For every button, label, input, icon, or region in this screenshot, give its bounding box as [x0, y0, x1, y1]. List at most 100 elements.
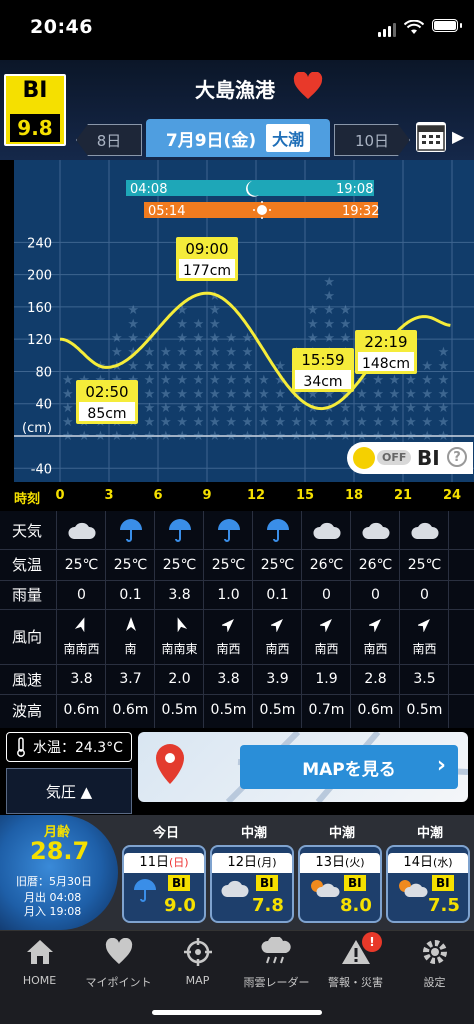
bi-star: ★: [176, 415, 188, 430]
tide-height: 177cm: [183, 263, 231, 279]
bi-star: ★: [274, 401, 286, 416]
row-label: 風速: [12, 670, 43, 689]
wave-cell: 0.5m: [161, 702, 198, 718]
wind-dir-cell: 南南西: [57, 609, 106, 664]
bi-badge-value: 9.8: [10, 114, 60, 142]
tab-label: 警報・災害: [328, 976, 383, 989]
umbrella-icon: [132, 877, 158, 907]
bi-star: ★: [389, 415, 401, 430]
bi-star: ★: [421, 359, 433, 374]
bi-star: ★: [62, 373, 74, 388]
current-date-tab[interactable]: 7月9日(金) 大潮: [146, 119, 330, 157]
time-axis: 時刻 0 3 6 9 12 15 18 21 24: [0, 483, 474, 511]
wind-speed-cell: 3.7: [119, 671, 142, 687]
tab-rain-radar[interactable]: 雨雲レーダー: [237, 936, 316, 990]
status-bar: 20:46: [0, 0, 474, 60]
hour-label: 0: [55, 488, 65, 503]
bi-star: ★: [176, 401, 188, 416]
bi-star: ★: [389, 401, 401, 416]
wind-dir-cell: 南西: [351, 609, 400, 664]
tide-time: 22:19: [364, 333, 407, 351]
bi-star: ★: [144, 373, 156, 388]
day-card[interactable]: 12日(月) BI 7.8: [210, 845, 294, 923]
rain-cell: 0: [77, 586, 86, 603]
help-icon[interactable]: ?: [447, 447, 467, 467]
day-card[interactable]: 13日(火) BI 8.0: [298, 845, 382, 923]
bi-star: ★: [193, 429, 205, 444]
bi-star: ★: [307, 429, 319, 444]
rain-cell: 0.1: [119, 586, 142, 603]
wind-arrow-icon: [74, 616, 89, 636]
row-label: 天気: [12, 521, 43, 540]
next-day-tab[interactable]: 10日: [334, 124, 410, 156]
bi-star: ★: [193, 317, 205, 332]
location-pin-icon: [156, 744, 184, 784]
bi-star: ★: [225, 331, 237, 346]
bi-star: ★: [323, 275, 335, 290]
bi-star: ★: [356, 387, 368, 402]
warning-icon: [316, 936, 395, 968]
hour-label: 6: [153, 488, 163, 503]
bi-star: ★: [389, 387, 401, 402]
wave-cell: 0.5m: [259, 702, 296, 718]
prev-day-tab[interactable]: 8日: [76, 124, 142, 156]
bi-star: ★: [242, 429, 254, 444]
status-time: 20:46: [30, 16, 93, 38]
heart-icon[interactable]: [293, 72, 323, 100]
home-icon: [0, 936, 79, 968]
rain-cell: 0: [420, 586, 429, 603]
bi-star: ★: [225, 387, 237, 402]
bi-star: ★: [242, 373, 254, 388]
bi-star: ★: [160, 415, 172, 430]
bi-badge[interactable]: BI 9.8: [4, 74, 66, 146]
tide-height: 85cm: [87, 406, 126, 422]
signal-icon: [378, 23, 396, 37]
day-header: 中潮: [328, 826, 355, 841]
y-tick-label: 200: [27, 269, 52, 284]
lunar-date: 旧暦：5月30日: [16, 875, 92, 888]
wind-speed-cell: 2.8: [364, 671, 387, 687]
day-card[interactable]: 11日(日) BI 9.0: [122, 845, 206, 923]
tide-high-1: 09:00 177cm: [176, 237, 238, 281]
heart-icon: [79, 936, 158, 968]
pressure-button[interactable]: 気圧 ▲: [6, 768, 132, 814]
temp-cell: 25℃: [113, 556, 148, 573]
hour-label: 3: [104, 488, 114, 503]
tab-settings[interactable]: 設定: [395, 936, 474, 990]
wifi-icon: [404, 20, 424, 34]
bi-star: ★: [242, 359, 254, 374]
chevron-right-icon[interactable]: ▶: [452, 127, 464, 146]
water-temp-label: 水温：24.3°C: [33, 740, 123, 756]
bi-toggle[interactable]: OFF BI ?: [347, 442, 473, 474]
crosshair-icon: [158, 936, 237, 968]
bi-star: ★: [160, 345, 172, 360]
wave-cell: 0.6m: [63, 702, 100, 718]
bi-star: ★: [209, 359, 221, 374]
bi-star: ★: [209, 429, 221, 444]
bi-star: ★: [438, 415, 450, 430]
tab-home[interactable]: HOME: [0, 936, 79, 987]
map-button[interactable]: MAPを見る ›: [240, 745, 458, 789]
bi-star: ★: [438, 373, 450, 388]
current-date: 7月9日(金): [165, 130, 257, 151]
bi-star: ★: [438, 345, 450, 360]
tab-mypoint[interactable]: マイポイント: [79, 936, 158, 990]
sunset-time: 19:32: [342, 204, 379, 219]
bi-star: ★: [258, 401, 270, 416]
rain-cloud-icon: [237, 936, 316, 968]
moonset: 月入 19:08: [24, 905, 82, 918]
bi-star: ★: [323, 303, 335, 318]
day-card[interactable]: 14日(水) BI 7.5: [386, 845, 470, 923]
bi-star: ★: [356, 401, 368, 416]
tide-high-2: 22:19 148cm: [355, 330, 417, 374]
wind-arrow-icon: [367, 616, 383, 636]
y-tick-label: (cm): [22, 421, 52, 436]
bi-star: ★: [78, 429, 90, 444]
tab-alerts[interactable]: 警報・災害!: [316, 932, 395, 990]
tab-label: 設定: [423, 976, 446, 989]
bi-star: ★: [225, 401, 237, 416]
calendar-icon[interactable]: [416, 122, 446, 152]
home-indicator: [152, 1010, 322, 1015]
wind-arrow-icon: [269, 616, 285, 636]
tab-map[interactable]: MAP: [158, 936, 237, 987]
